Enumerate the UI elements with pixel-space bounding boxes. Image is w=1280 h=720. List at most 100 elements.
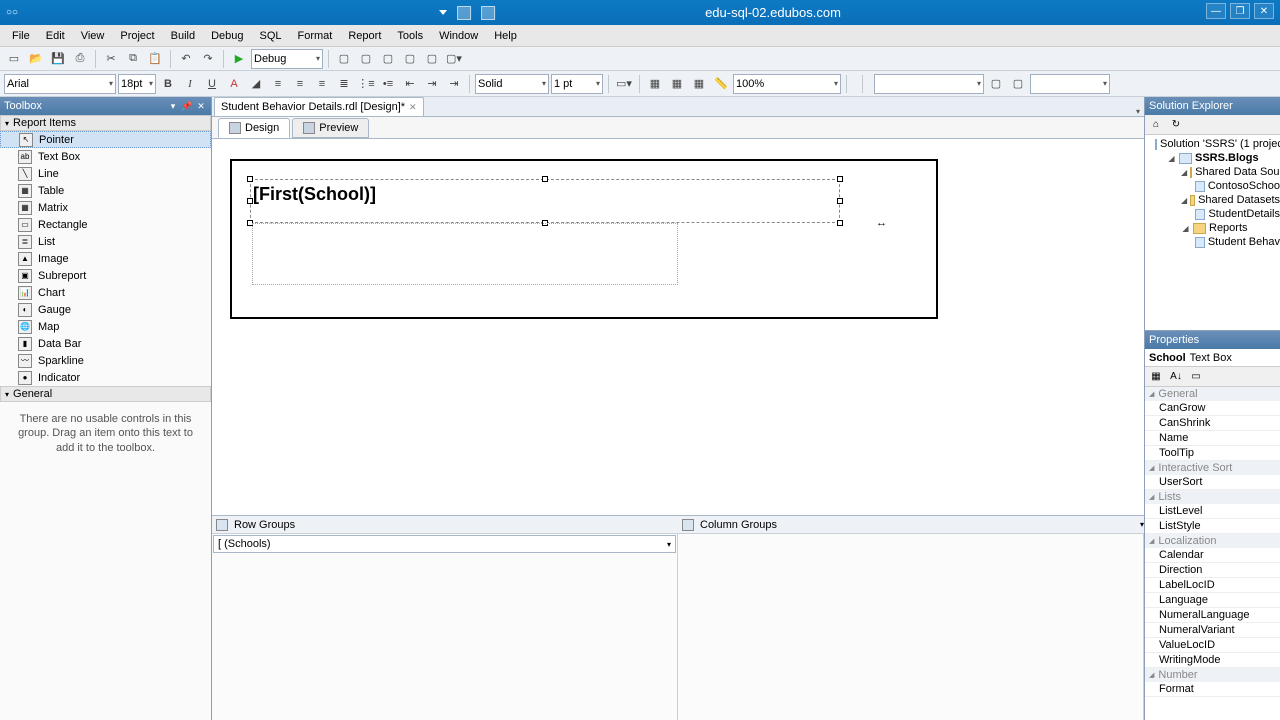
italic-button[interactable]: I — [180, 74, 200, 94]
empty-combo-1[interactable]: ▾ — [874, 74, 984, 94]
menu-help[interactable]: Help — [486, 27, 525, 45]
prop-cat-general[interactable]: General — [1145, 387, 1280, 401]
prop-numlang[interactable]: NumeralLanguage — [1145, 608, 1280, 623]
back-color-button[interactable]: ◢ — [246, 74, 266, 94]
quick-launch-dropdown[interactable] — [439, 10, 447, 15]
tool-map[interactable]: 🌐Map — [0, 318, 211, 335]
chart-icon[interactable] — [481, 6, 495, 20]
prop-language[interactable]: Language — [1145, 593, 1280, 608]
prop-cat-loc[interactable]: Localization — [1145, 534, 1280, 548]
border-width-combo[interactable]: 1 pt▾ — [551, 74, 603, 94]
tool-pointer[interactable]: ↖Pointer — [0, 131, 211, 148]
close-button[interactable]: ✕ — [1254, 3, 1274, 19]
tab-preview[interactable]: Preview — [292, 118, 369, 138]
save-all-button[interactable]: ⎙ — [70, 49, 90, 69]
pane-dropdown-icon[interactable]: ▾ — [167, 100, 179, 112]
selected-textbox[interactable]: [First(School)] — [250, 179, 840, 223]
cut-button[interactable]: ✂ — [101, 49, 121, 69]
prop-cat-isort[interactable]: Interactive Sort — [1145, 461, 1280, 475]
prop-tooltip[interactable]: ToolTip — [1145, 446, 1280, 461]
tb-d[interactable]: ▢ — [400, 49, 420, 69]
prop-writingmode[interactable]: WritingMode — [1145, 653, 1280, 668]
start-button[interactable]: ▶ — [229, 49, 249, 69]
prop-cat-number[interactable]: Number — [1145, 668, 1280, 682]
menu-project[interactable]: Project — [112, 27, 162, 45]
tool-chart[interactable]: 📊Chart — [0, 284, 211, 301]
tool-databar[interactable]: ▮Data Bar — [0, 335, 211, 352]
paste-button[interactable]: 📋 — [145, 49, 165, 69]
merge-button[interactable]: ▦ — [645, 74, 665, 94]
prop-cangrow[interactable]: CanGrow — [1145, 401, 1280, 416]
tool-line[interactable]: ╲Line — [0, 165, 211, 182]
undo-button[interactable]: ↶ — [176, 49, 196, 69]
shared-data-sources-folder[interactable]: ◢Shared Data Sourc — [1145, 165, 1280, 179]
solution-node[interactable]: Solution 'SSRS' (1 project — [1145, 137, 1280, 151]
menu-file[interactable]: File — [4, 27, 38, 45]
tool-image[interactable]: ▲Image — [0, 250, 211, 267]
align-center-button[interactable]: ≡ — [290, 74, 310, 94]
outdent-button[interactable]: ⇤ — [400, 74, 420, 94]
fore-color-button[interactable]: A — [224, 74, 244, 94]
prop-listlevel[interactable]: ListLevel — [1145, 504, 1280, 519]
handle-nw[interactable] — [247, 176, 253, 182]
tb-b[interactable]: ▢ — [356, 49, 376, 69]
prop-calendar[interactable]: Calendar — [1145, 548, 1280, 563]
open-button[interactable]: 📂 — [26, 49, 46, 69]
shared-datasets-folder[interactable]: ◢Shared Datasets — [1145, 193, 1280, 207]
empty-combo-2[interactable]: ▾ — [1030, 74, 1110, 94]
document-tab-close-icon[interactable]: ✕ — [409, 102, 417, 113]
handle-se[interactable] — [837, 220, 843, 226]
handle-e[interactable] — [837, 198, 843, 204]
document-tab[interactable]: Student Behavior Details.rdl [Design]* ✕ — [214, 97, 424, 116]
tool-matrix[interactable]: ▦Matrix — [0, 199, 211, 216]
prop-usersort[interactable]: UserSort — [1145, 475, 1280, 490]
prop-valuelocid[interactable]: ValueLocID — [1145, 638, 1280, 653]
tool-textbox[interactable]: abText Box — [0, 148, 211, 165]
tool-sparkline[interactable]: 〰Sparkline — [0, 352, 211, 369]
menu-format[interactable]: Format — [290, 27, 341, 45]
layout-button[interactable]: ▦ — [689, 74, 709, 94]
prop-liststyle[interactable]: ListStyle — [1145, 519, 1280, 534]
menu-build[interactable]: Build — [163, 27, 203, 45]
properties-object[interactable]: SchoolText Box — [1145, 349, 1280, 367]
tool-gauge[interactable]: ◐Gauge — [0, 301, 211, 318]
pane-close-icon[interactable]: ✕ — [195, 100, 207, 112]
alpha-icon[interactable]: A↓ — [1167, 369, 1185, 385]
underline-button[interactable]: U — [202, 74, 222, 94]
handle-w[interactable] — [247, 198, 253, 204]
minimize-button[interactable]: — — [1206, 3, 1226, 19]
report-body[interactable]: [First(School)] ↔ — [230, 159, 938, 319]
tab-design[interactable]: Design — [218, 118, 290, 138]
config-combo[interactable]: Debug▾ — [251, 49, 323, 69]
bullet-list-button[interactable]: •≡ — [378, 74, 398, 94]
menu-tools[interactable]: Tools — [389, 27, 431, 45]
border-color-button[interactable]: ▭▾ — [614, 74, 634, 94]
zoom-combo[interactable]: 100%▾ — [733, 74, 841, 94]
prop-numvariant[interactable]: NumeralVariant — [1145, 623, 1280, 638]
document-tab-dropdown[interactable]: ▾ — [1136, 107, 1140, 116]
align-right-button[interactable]: ≡ — [312, 74, 332, 94]
design-surface[interactable]: [First(School)] ↔ — [212, 139, 1144, 515]
bold-button[interactable]: B — [158, 74, 178, 94]
pin-icon[interactable]: 📌 — [181, 100, 193, 112]
sol-home-icon[interactable]: ⌂ — [1147, 117, 1165, 133]
justify-button[interactable]: ≣ — [334, 74, 354, 94]
handle-n[interactable] — [542, 176, 548, 182]
tool-subreport[interactable]: ▣Subreport — [0, 267, 211, 284]
categorized-icon[interactable]: ▦ — [1147, 369, 1165, 385]
prop-name[interactable]: Name — [1145, 431, 1280, 446]
tool-indicator[interactable]: ●Indicator — [0, 369, 211, 386]
split-button[interactable]: ▦ — [667, 74, 687, 94]
restore-button[interactable]: ❐ — [1230, 3, 1250, 19]
redo-button[interactable]: ↷ — [198, 49, 218, 69]
data-source-item[interactable]: ContosoSchoo — [1145, 179, 1280, 193]
misc-1[interactable]: ▢ — [986, 74, 1006, 94]
reports-folder[interactable]: ◢Reports — [1145, 221, 1280, 235]
prop-canshrink[interactable]: CanShrink — [1145, 416, 1280, 431]
indent-button[interactable]: ⇥ — [422, 74, 442, 94]
indent2-button[interactable]: ⇥ — [444, 74, 464, 94]
menu-window[interactable]: Window — [431, 27, 486, 45]
prop-format[interactable]: Format — [1145, 682, 1280, 697]
menu-sql[interactable]: SQL — [252, 27, 290, 45]
numbered-list-button[interactable]: ⋮≡ — [356, 74, 376, 94]
